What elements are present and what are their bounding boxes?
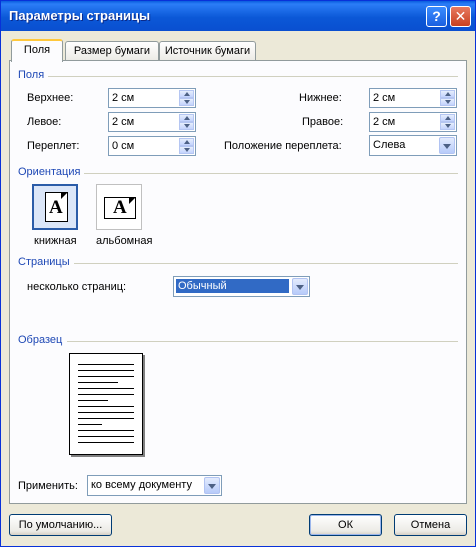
landscape-label[interactable]: альбомная <box>96 235 152 247</box>
spin-down-icon[interactable] <box>179 122 194 130</box>
gutter-position-select[interactable]: Слева <box>369 135 457 156</box>
multiple-pages-select[interactable]: Обычный <box>173 276 310 297</box>
chevron-down-icon[interactable] <box>292 278 308 295</box>
gutter-position-label: Положение переплета: <box>224 140 342 152</box>
spin-down-icon[interactable] <box>440 98 455 106</box>
spin-up-icon[interactable] <box>440 114 455 122</box>
spin-up-icon[interactable] <box>179 90 194 98</box>
margins-group-label: Поля <box>18 69 45 81</box>
set-default-button[interactable]: По умолчанию... <box>9 514 112 536</box>
spin-down-icon[interactable] <box>179 146 194 154</box>
multiple-pages-label: несколько страниц: <box>27 281 127 293</box>
spin-up-icon[interactable] <box>179 138 194 146</box>
gutter-position-value: Слева <box>373 139 406 151</box>
portrait-page-icon: A <box>45 192 68 222</box>
bottom-margin-spinner[interactable]: 2 см <box>369 88 457 108</box>
right-margin-value[interactable]: 2 см <box>373 116 395 128</box>
top-margin-spinner[interactable]: 2 см <box>108 88 196 108</box>
orientation-group-label: Ориентация <box>18 166 81 178</box>
bottom-margin-label: Нижнее: <box>299 92 342 104</box>
preview-page-icon <box>69 353 143 455</box>
right-margin-spinner[interactable]: 2 см <box>369 112 457 132</box>
window-title: Параметры страницы <box>9 8 151 23</box>
spin-up-icon[interactable] <box>179 114 194 122</box>
right-margin-label: Правое: <box>302 116 344 128</box>
apply-to-select[interactable]: ко всему документу <box>87 475 222 496</box>
ok-button[interactable]: ОК <box>309 514 382 536</box>
chevron-down-icon[interactable] <box>439 137 455 154</box>
gutter-label: Переплет: <box>27 140 80 152</box>
landscape-page-icon: A <box>104 197 136 219</box>
preview-group-divider <box>67 341 458 342</box>
preview-group-label: Образец <box>18 334 63 346</box>
pages-group-divider <box>74 263 458 264</box>
chevron-down-icon[interactable] <box>204 477 220 494</box>
apply-label: Применить: <box>18 480 78 492</box>
left-margin-spinner[interactable]: 2 см <box>108 112 196 132</box>
margins-group-divider <box>48 76 458 77</box>
gutter-value[interactable]: 0 см <box>112 140 134 152</box>
left-margin-value[interactable]: 2 см <box>112 116 134 128</box>
help-button[interactable]: ? <box>426 6 447 27</box>
tab-margins[interactable]: Поля <box>11 39 63 62</box>
left-margin-label: Левое: <box>27 116 62 128</box>
landscape-button[interactable]: A <box>96 184 142 230</box>
gutter-spinner[interactable]: 0 см <box>108 136 196 156</box>
page-setup-dialog: Параметры страницы ? ✕ Поля Размер бумаг… <box>0 0 476 547</box>
orientation-group-divider <box>84 173 458 174</box>
portrait-button[interactable]: A <box>32 184 78 230</box>
top-margin-label: Верхнее: <box>27 92 74 104</box>
tab-paper-source[interactable]: Источник бумаги <box>159 41 256 60</box>
spin-down-icon[interactable] <box>440 122 455 130</box>
top-margin-value[interactable]: 2 см <box>112 92 134 104</box>
spin-up-icon[interactable] <box>440 90 455 98</box>
title-bar[interactable]: Параметры страницы ? ✕ <box>1 1 475 31</box>
bottom-margin-value[interactable]: 2 см <box>373 92 395 104</box>
apply-to-value: ко всему документу <box>91 479 192 491</box>
tab-paper-size[interactable]: Размер бумаги <box>65 41 159 60</box>
close-button[interactable]: ✕ <box>450 6 471 27</box>
pages-group-label: Страницы <box>18 256 70 268</box>
portrait-label[interactable]: книжная <box>34 235 77 247</box>
multiple-pages-value: Обычный <box>176 279 289 293</box>
cancel-button[interactable]: Отмена <box>394 514 467 536</box>
spin-down-icon[interactable] <box>179 98 194 106</box>
